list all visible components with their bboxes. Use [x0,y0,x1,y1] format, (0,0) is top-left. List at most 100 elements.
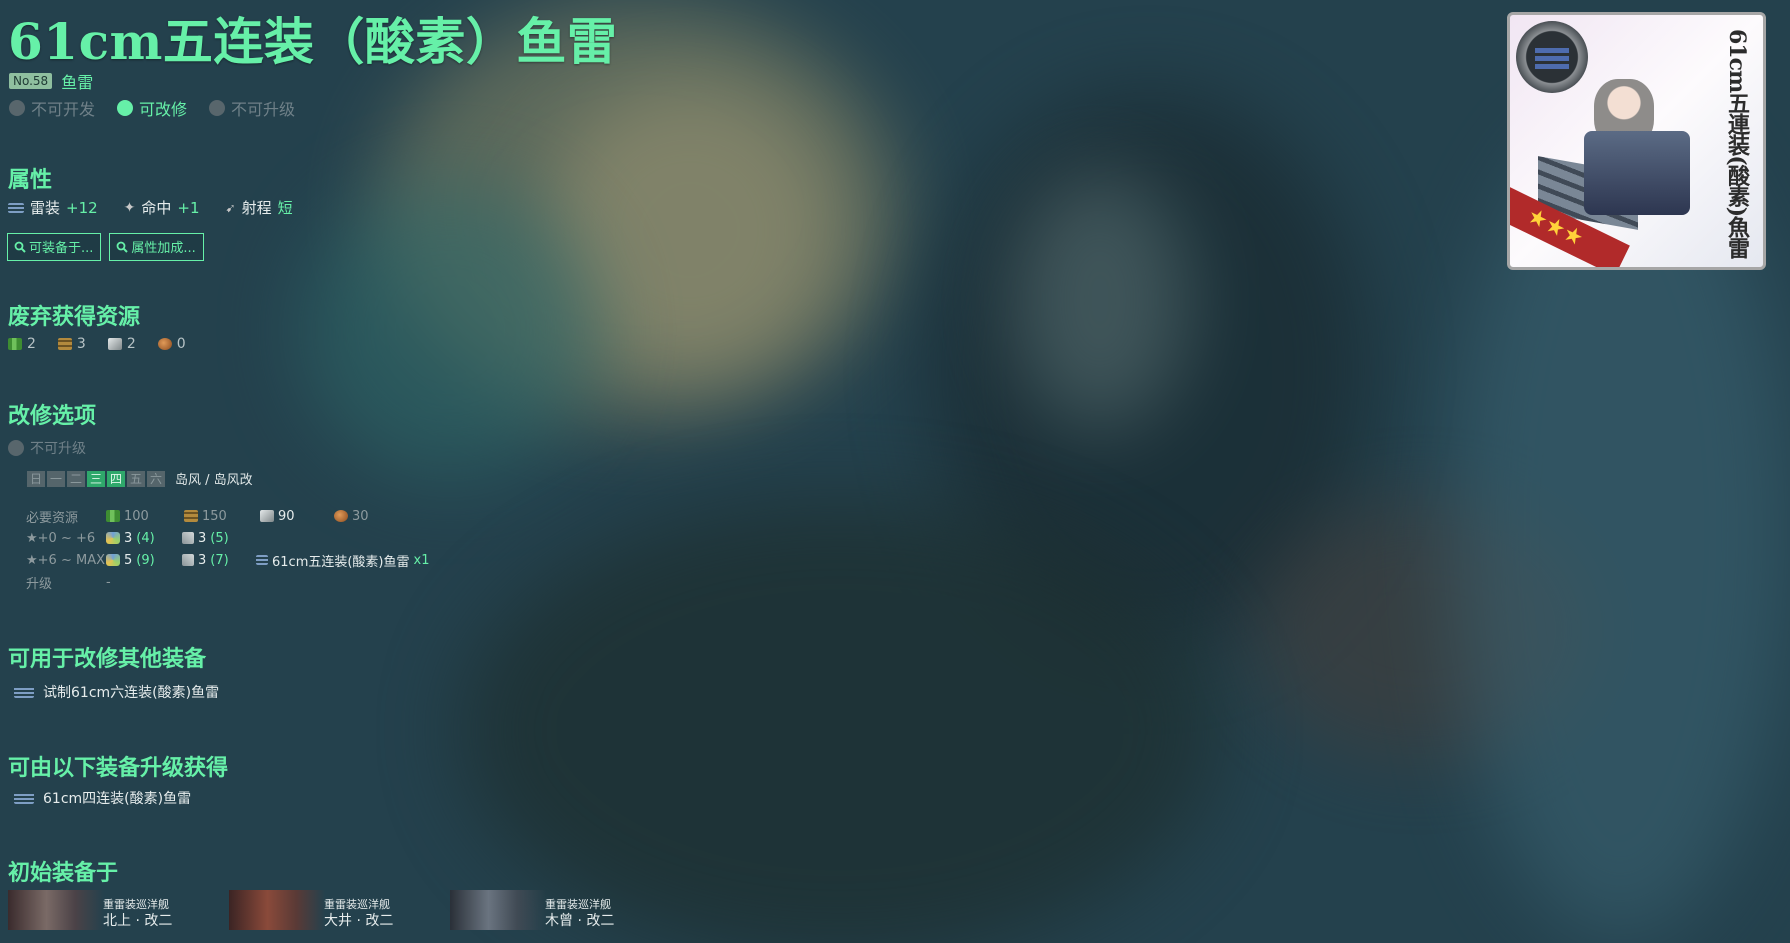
cost-sure-value: (4) [136,530,155,546]
stat-accuracy: ✦ 命中 +1 [124,197,200,218]
initially-equipped-heading: 初始装备于 [8,860,119,886]
row-label: ★+6 ~ MAX [26,552,105,568]
required-equipment-name: 61cm五连装(酸素)鱼雷 [272,554,410,570]
scrap-ammo: 3 [57,336,86,352]
ammo-icon [57,338,72,350]
status-improvable: 可改修 [117,96,187,120]
torpedo-icon [14,686,34,698]
weekday-thu: 四 [107,470,125,487]
button-label: 属性加成... [131,241,196,256]
initial-ships-list: 重雷装巡洋舰 北上 · 改二 重雷装巡洋舰 大井 · 改二 重雷装巡洋舰 木曾 … [8,890,621,930]
ship-card-kitakami[interactable]: 重雷装巡洋舰 北上 · 改二 [8,890,179,930]
scrap-steel: 2 [107,336,136,352]
cost-sure-value: (9) [136,552,155,568]
improvement-ship-link[interactable]: 岛风 / 岛风改 [175,469,253,488]
status-label: 可改修 [139,100,188,119]
cost-steel: 90 [260,509,334,524]
equipment-type: 鱼雷 [61,73,94,92]
development-material-icon [106,554,120,566]
stage2-row: ★+6 ~ MAX 5 (9) 3 (7) 61cm五连装(酸素)鱼雷 x1 [26,549,429,571]
status-label: 不可升级 [30,441,86,457]
attributes-heading: 属性 [8,167,53,193]
required-equipment-count: x1 [413,552,430,568]
status-dot-icon [209,100,226,116]
weekday-mon: 一 [47,470,65,487]
ship-banner [450,890,546,930]
scrap-value: 0 [176,336,186,352]
bauxite-icon [157,338,172,350]
torpedo-launcher-illustration [1584,131,1690,215]
cost-sure-value: (5) [210,530,229,546]
attribute-stats: 雷装 +12 ✦ 命中 +1 ➹ 射程 短 [8,197,293,218]
status-not-upgradable: 不可升级 [209,96,295,120]
stat-label: 雷装 [30,199,61,217]
card-vertical-name: 61cm五連装(酸素)魚雷 [1724,29,1750,259]
equipment-name: 61cm五连装（酸素）鱼雷 [8,12,618,71]
ship-name: 木曾 · 改二 [545,913,615,929]
search-icon [117,241,129,253]
ship-banner [8,890,104,930]
improvement-heading: 改修选项 [8,403,97,429]
status-label: 不可升级 [231,100,296,119]
search-icon [14,241,26,253]
no-upgrade-status: 不可升级 [8,438,86,458]
used-for-item[interactable]: 试制61cm六连装(酸素)鱼雷 [14,682,219,702]
ammo-icon [184,510,198,522]
ship-card-kiso[interactable]: 重雷装巡洋舰 木曾 · 改二 [450,890,621,930]
stat-value: 短 [277,199,293,217]
upgrade-value: - [106,574,111,590]
status-not-developable: 不可开发 [9,96,95,120]
cost-value: 100 [124,508,149,524]
range-icon: ➹ [225,200,236,215]
stat-range: ➹ 射程 短 [226,197,293,218]
ship-name: 北上 · 改二 [103,913,173,929]
cost-fuel: 100 [106,509,184,524]
stat-torpedo: 雷装 +12 [8,197,98,218]
accuracy-icon: ✦ [123,199,136,216]
stat-label: 射程 [241,199,272,217]
row-label: 必要资源 [26,510,79,526]
upgraded-from-item[interactable]: 61cm四连装(酸素)鱼雷 [14,788,191,808]
row-label: 升级 [26,576,53,592]
button-label: 可装备于... [29,241,94,256]
cost-value: 150 [202,508,227,524]
fuel-icon [8,338,22,350]
availability-status: 不可开发 可改修 不可升级 [9,96,295,120]
cost-bauxite: 30 [334,509,369,524]
resources-row: 必要资源 100 150 90 30 [26,505,429,527]
scrap-value: 2 [126,336,136,352]
required-equipment[interactable]: 61cm五连装(酸素)鱼雷 x1 [256,551,429,570]
improvement-table: 必要资源 100 150 90 30 ★+0 ~ +6 3 (4) 3 (5) ★+… [26,505,429,593]
improvement-material-icon [182,554,194,566]
equipment-number-badge: No.58 [9,73,53,89]
stat-bonus-button[interactable]: 属性加成... [109,233,204,261]
weekday-sun: 日 [27,470,45,487]
weekday-fri: 五 [127,470,145,487]
equipment-card-image: 61cm五連装(酸素)魚雷 ★★★ [1507,12,1766,270]
status-dot-icon [117,100,134,116]
weekday-sat: 六 [147,470,165,487]
scrap-value: 3 [76,336,86,352]
torpedo-category-icon [1516,21,1588,93]
weekday-wed: 三 [87,470,105,487]
steel-icon [107,338,122,350]
torpedo-icon [256,555,268,565]
status-dot-icon [8,440,24,456]
screw-cost: 3 (7) [182,553,256,568]
ship-name: 大井 · 改二 [324,913,394,929]
dev-material-cost: 3 (4) [106,531,182,546]
cost-value: 30 [352,508,369,524]
dev-material-cost: 5 (9) [106,553,182,568]
improvement-weekdays: 日 一 二 三 四 五 六 岛风 / 岛风改 [27,469,253,488]
scrap-resources: 2 3 2 0 [8,336,186,352]
ship-banner [229,890,325,930]
equippable-by-button[interactable]: 可装备于... [7,233,102,261]
used-for-heading: 可用于改修其他装备 [8,646,207,672]
cost-value: 3 [198,552,207,568]
equipment-link-label: 61cm四连装(酸素)鱼雷 [43,791,192,807]
cost-value: 3 [198,530,207,546]
scrap-fuel: 2 [8,336,36,352]
stat-value: +12 [66,198,98,217]
ship-card-ooi[interactable]: 重雷装巡洋舰 大井 · 改二 [229,890,400,930]
attribute-buttons: 可装备于... 属性加成... [7,233,204,261]
